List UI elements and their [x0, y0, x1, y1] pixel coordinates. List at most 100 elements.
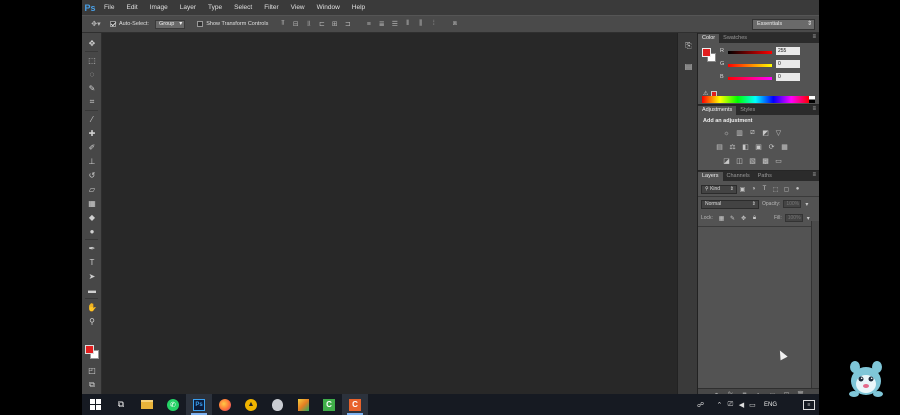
start-button[interactable] — [82, 394, 108, 415]
layers-scrollbar[interactable] — [811, 221, 819, 391]
tab-paths[interactable]: Paths — [754, 172, 776, 181]
task-view-button[interactable]: ⧉ — [108, 394, 134, 415]
levels-icon[interactable]: ▥ — [733, 128, 746, 138]
show-transform-checkbox[interactable] — [197, 21, 204, 27]
vibrance-icon[interactable]: ▤ — [713, 142, 726, 152]
healing-brush-tool-icon[interactable]: ✚ — [82, 126, 102, 140]
network-icon[interactable]: ⎚ — [725, 401, 736, 409]
brush-tool-icon[interactable]: ✐ — [82, 140, 102, 154]
invert-icon[interactable]: ◪ — [720, 156, 733, 166]
distribute-left-icon[interactable]: ⦀ — [402, 19, 413, 29]
channel-mixer-icon[interactable]: ⟳ — [765, 142, 778, 152]
blue-slider[interactable] — [728, 76, 772, 80]
layer-kind-filter[interactable]: ⚲ Kind — [701, 184, 737, 194]
fill-input[interactable]: 100% — [784, 214, 803, 222]
battery-icon[interactable]: ▭ — [747, 401, 758, 409]
red-slider[interactable] — [728, 50, 772, 54]
auto-select-checkbox[interactable] — [110, 21, 116, 27]
path-select-tool-icon[interactable]: ➤ — [82, 269, 102, 283]
shape-filter-icon[interactable]: ⬚ — [770, 185, 781, 194]
tab-layers[interactable]: Layers — [698, 172, 723, 181]
menu-window[interactable]: Window — [311, 0, 346, 15]
blur-tool-icon[interactable]: ◆ — [82, 210, 102, 224]
photo-filter-icon[interactable]: ▣ — [752, 142, 765, 152]
gradient-tool-icon[interactable]: ▦ — [82, 196, 102, 210]
tab-swatches[interactable]: Swatches — [719, 34, 751, 43]
history-panel-icon[interactable]: ⎘ — [681, 39, 696, 53]
menu-type[interactable]: Type — [202, 0, 228, 15]
auto-select-dropdown[interactable]: Group — [154, 19, 186, 29]
blend-mode-dropdown[interactable]: Normal — [701, 199, 759, 209]
clone-stamp-tool-icon[interactable]: ⊥ — [82, 154, 102, 168]
history-brush-tool-icon[interactable]: ↺ — [82, 168, 102, 182]
exposure-icon[interactable]: ◩ — [759, 128, 772, 138]
taskbar-app-shield[interactable] — [264, 394, 290, 415]
distribute-vcenter-icon[interactable]: ≣ — [376, 19, 387, 29]
lock-image-icon[interactable]: ✎ — [727, 214, 738, 223]
move-tool-preset-icon[interactable]: ✥▾ — [88, 18, 104, 30]
menu-select[interactable]: Select — [228, 0, 258, 15]
color-panel-foreground-swatch[interactable] — [702, 48, 711, 57]
workspace-switcher[interactable]: Essentials — [752, 19, 815, 30]
align-hcenter-icon[interactable]: ⊞ — [329, 19, 340, 29]
blue-value-input[interactable]: 0 — [776, 73, 800, 81]
align-right-icon[interactable]: ⊐ — [342, 19, 353, 29]
taskbar-whatsapp[interactable]: ✆ — [160, 394, 186, 415]
crop-tool-icon[interactable]: ⌗ — [82, 95, 102, 109]
taskbar-file-explorer[interactable] — [134, 394, 160, 415]
selective-color-icon[interactable]: ▩ — [759, 156, 772, 166]
filter-toggle-icon[interactable]: ● — [792, 185, 803, 194]
properties-panel-icon[interactable]: ▤ — [681, 59, 696, 73]
menu-layer[interactable]: Layer — [174, 0, 202, 15]
input-language[interactable]: ENG — [764, 402, 777, 408]
curves-icon[interactable]: ⧄ — [746, 128, 759, 138]
lasso-tool-icon[interactable]: ◌ — [82, 67, 102, 81]
notification-center-icon[interactable]: ≡ — [803, 399, 815, 410]
zoom-tool-icon[interactable]: ⚲ — [82, 314, 102, 328]
lock-transparent-icon[interactable]: ▦ — [716, 214, 727, 223]
hand-tool-icon[interactable]: ✋ — [82, 300, 102, 314]
panel-menu-icon[interactable]: ≡ — [812, 34, 816, 40]
menu-view[interactable]: View — [285, 0, 311, 15]
green-value-input[interactable]: 0 — [776, 60, 800, 68]
quick-select-tool-icon[interactable]: ✎ — [82, 81, 102, 95]
chevron-up-icon[interactable]: ⌃ — [714, 401, 725, 409]
menu-file[interactable]: File — [98, 0, 120, 15]
taskbar-app-colorful[interactable] — [290, 394, 316, 415]
lock-all-icon[interactable]: 🔒︎ — [749, 214, 760, 223]
color-balance-icon[interactable]: ⚖ — [726, 142, 739, 152]
taskbar-firefox[interactable] — [212, 394, 238, 415]
foreground-color-swatch[interactable] — [85, 345, 94, 354]
taskbar-photoshop[interactable]: Ps — [186, 394, 212, 415]
panel-menu-icon[interactable]: ≡ — [812, 172, 816, 178]
pen-tool-icon[interactable]: ✒ — [82, 241, 102, 255]
eyedropper-tool-icon[interactable]: ⁄ — [82, 112, 102, 126]
black-white-icon[interactable]: ◧ — [739, 142, 752, 152]
taskbar-camtasia-recorder[interactable]: C — [342, 394, 368, 415]
menu-edit[interactable]: Edit — [120, 0, 143, 15]
menu-image[interactable]: Image — [144, 0, 174, 15]
type-filter-icon[interactable]: T — [759, 185, 770, 194]
move-tool-icon[interactable]: ✥ — [82, 36, 102, 50]
document-canvas-area[interactable] — [102, 33, 677, 394]
panel-menu-icon[interactable]: ≡ — [812, 106, 816, 112]
threshold-icon[interactable]: ▧ — [746, 156, 759, 166]
align-vcenter-icon[interactable]: ⊟ — [290, 19, 301, 29]
lock-position-icon[interactable]: ✥ — [738, 214, 749, 223]
distribute-bottom-icon[interactable]: ☰ — [389, 19, 400, 29]
gradient-map-triangle-icon[interactable]: ▽ — [772, 128, 785, 138]
layers-list[interactable] — [698, 243, 811, 388]
align-top-icon[interactable]: ⫪ — [277, 19, 288, 29]
opacity-dropdown-icon[interactable]: ▾ — [801, 200, 812, 209]
hue-saturation-icon[interactable]: ▭ — [772, 156, 785, 166]
adjustment-filter-icon[interactable]: ◑ — [748, 185, 759, 194]
color-spectrum-ramp[interactable] — [702, 96, 809, 103]
volume-icon[interactable]: ◀ — [736, 401, 747, 409]
type-tool-icon[interactable]: T — [82, 255, 102, 269]
posterize-icon[interactable]: ◫ — [733, 156, 746, 166]
eraser-tool-icon[interactable]: ▱ — [82, 182, 102, 196]
distribute-hcenter-icon[interactable]: ⫼ — [415, 19, 426, 29]
tab-adjustments[interactable]: Adjustments — [698, 106, 737, 115]
tab-color[interactable]: Color — [698, 34, 720, 43]
align-left-icon[interactable]: ⊏ — [316, 19, 327, 29]
